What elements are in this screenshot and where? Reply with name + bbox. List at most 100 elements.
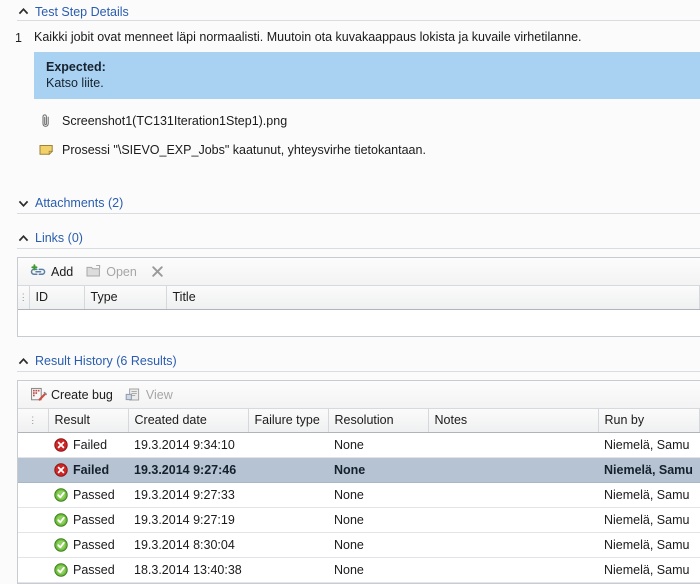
spacer-links xyxy=(0,214,700,228)
section-header-attachments[interactable]: Attachments (2) xyxy=(0,193,700,213)
open-link-label: Open xyxy=(106,264,137,279)
test-step-number: 1 xyxy=(15,31,22,45)
expected-result-box: Expected: Katso liite. xyxy=(34,52,700,99)
delete-link-button[interactable] xyxy=(146,261,172,282)
row-selector-cell[interactable] xyxy=(18,557,48,583)
cell-created-date: 19.3.2014 9:27:19 xyxy=(128,507,248,533)
view-icon xyxy=(125,387,142,402)
cell-failure-type xyxy=(248,482,328,508)
cell-notes xyxy=(428,432,598,458)
column-resolution[interactable]: Resolution xyxy=(328,409,429,433)
cell-run-by: Niemelä, Samu xyxy=(598,457,700,483)
cell-result: Passed xyxy=(48,532,128,558)
chevron-up-icon[interactable] xyxy=(17,355,30,368)
create-bug-icon xyxy=(30,387,47,402)
result-status-label: Passed xyxy=(73,563,115,577)
result-history-header-row: ⋮ Result Created date Failure type Resol… xyxy=(18,409,700,433)
section-header-test-step-details[interactable]: Test Step Details xyxy=(0,0,700,20)
links-panel: Add Open ⋮ ID Type Title xyxy=(17,257,700,337)
table-row[interactable]: Failed 19.3.2014 9:27:46 None Niemelä, Samu xyxy=(18,457,700,483)
result-history-panel: Create bug View ⋮ Result Created date Fa… xyxy=(17,380,700,584)
passed-icon xyxy=(54,538,68,552)
section-title-test-step-details: Test Step Details xyxy=(35,4,129,19)
links-column-type[interactable]: Type xyxy=(84,286,167,310)
section-title-links: Links (0) xyxy=(35,231,83,245)
cell-result: Failed xyxy=(48,432,128,458)
table-row[interactable]: Passed 19.3.2014 9:27:33 None Niemelä, Samu xyxy=(18,482,700,508)
row-selector-cell[interactable] xyxy=(18,507,48,533)
cell-notes xyxy=(428,507,598,533)
cell-resolution: None xyxy=(328,532,428,558)
cell-run-by: Niemelä, Samu xyxy=(598,482,700,508)
add-link-button[interactable]: Add xyxy=(27,261,79,282)
result-status-label: Failed xyxy=(73,438,108,452)
expected-text: Katso liite. xyxy=(46,76,104,90)
test-step-attachment-name: Screenshot1(TC131Iteration1Step1).png xyxy=(62,114,288,128)
links-table: ⋮ ID Type Title xyxy=(18,286,700,310)
table-row[interactable]: Failed 19.3.2014 9:34:10 None Niemelä, Samu xyxy=(18,432,700,458)
test-step-comment-text: Prosessi "\SIEVO_EXP_Jobs" kaatunut, yht… xyxy=(62,143,426,157)
column-gripper[interactable]: ⋮ xyxy=(18,409,49,433)
view-result-label: View xyxy=(145,387,173,402)
column-notes[interactable]: Notes xyxy=(428,409,599,433)
result-status-label: Failed xyxy=(73,463,110,477)
cell-created-date: 19.3.2014 9:27:46 xyxy=(128,457,248,483)
failed-icon xyxy=(54,438,68,452)
links-column-id[interactable]: ID xyxy=(29,286,85,310)
passed-icon xyxy=(54,563,68,577)
row-selector-cell[interactable] xyxy=(18,457,48,483)
table-row[interactable]: Passed 19.3.2014 9:27:19 None Niemelä, Samu xyxy=(18,507,700,533)
row-selector-cell[interactable] xyxy=(18,432,48,458)
cell-created-date: 19.3.2014 9:34:10 xyxy=(128,432,248,458)
cell-failure-type xyxy=(248,507,328,533)
cell-created-date: 19.3.2014 9:27:33 xyxy=(128,482,248,508)
note-icon xyxy=(37,143,55,157)
delete-x-icon xyxy=(149,264,166,279)
test-step-body: Kaikki jobit ovat menneet läpi normaalis… xyxy=(34,30,700,157)
cell-resolution: None xyxy=(328,457,428,483)
row-selector-cell[interactable] xyxy=(18,482,48,508)
cell-failure-type xyxy=(248,432,328,458)
open-link-button[interactable]: Open xyxy=(82,261,143,282)
test-step-action-text: Kaikki jobit ovat menneet läpi normaalis… xyxy=(34,30,582,44)
cell-notes xyxy=(428,457,598,483)
column-failure-type[interactable]: Failure type xyxy=(248,409,329,433)
failed-icon xyxy=(54,463,68,477)
cell-resolution: None xyxy=(328,507,428,533)
section-title-result-history: Result History (6 Results) xyxy=(35,354,177,368)
result-status-label: Passed xyxy=(73,538,115,552)
spacer-attachments xyxy=(0,157,700,193)
passed-icon xyxy=(54,488,68,502)
table-row[interactable]: Passed 18.3.2014 13:40:38 None Niemelä, Sam… xyxy=(18,557,700,583)
cell-notes xyxy=(428,532,598,558)
column-result[interactable]: Result xyxy=(48,409,129,433)
links-column-title[interactable]: Title xyxy=(166,286,700,310)
cell-resolution: None xyxy=(328,557,428,583)
link-add-icon xyxy=(30,264,47,279)
section-title-attachments: Attachments (2) xyxy=(35,196,124,210)
result-history-table: ⋮ Result Created date Failure type Resol… xyxy=(18,409,700,583)
section-header-result-history[interactable]: Result History (6 Results) xyxy=(0,351,700,371)
chevron-up-icon[interactable] xyxy=(17,232,30,245)
column-gripper[interactable]: ⋮ xyxy=(18,286,30,310)
view-result-button[interactable]: View xyxy=(122,384,179,405)
create-bug-label: Create bug xyxy=(51,387,113,402)
cell-notes xyxy=(428,482,598,508)
test-step-comment-item[interactable]: Prosessi "\SIEVO_EXP_Jobs" kaatunut, yht… xyxy=(37,143,700,157)
chevron-up-icon[interactable] xyxy=(17,5,30,18)
chevron-down-icon[interactable] xyxy=(17,197,30,210)
column-created-date[interactable]: Created date xyxy=(128,409,249,433)
create-bug-button[interactable]: Create bug xyxy=(27,384,119,405)
test-step-attachment-item[interactable]: Screenshot1(TC131Iteration1Step1).png xyxy=(37,113,700,129)
table-row[interactable]: Passed 19.3.2014 8:30:04 None Niemelä, Samu xyxy=(18,532,700,558)
cell-failure-type xyxy=(248,532,328,558)
column-run-by[interactable]: Run by xyxy=(598,409,700,433)
row-selector-cell[interactable] xyxy=(18,532,48,558)
spacer-result-history xyxy=(0,337,700,351)
paperclip-icon xyxy=(37,113,55,129)
add-link-label: Add xyxy=(51,264,74,279)
cell-result: Passed xyxy=(48,557,128,583)
cell-resolution: None xyxy=(328,432,428,458)
section-header-links[interactable]: Links (0) xyxy=(0,228,700,248)
cell-run-by: Niemelä, Samu xyxy=(598,532,700,558)
